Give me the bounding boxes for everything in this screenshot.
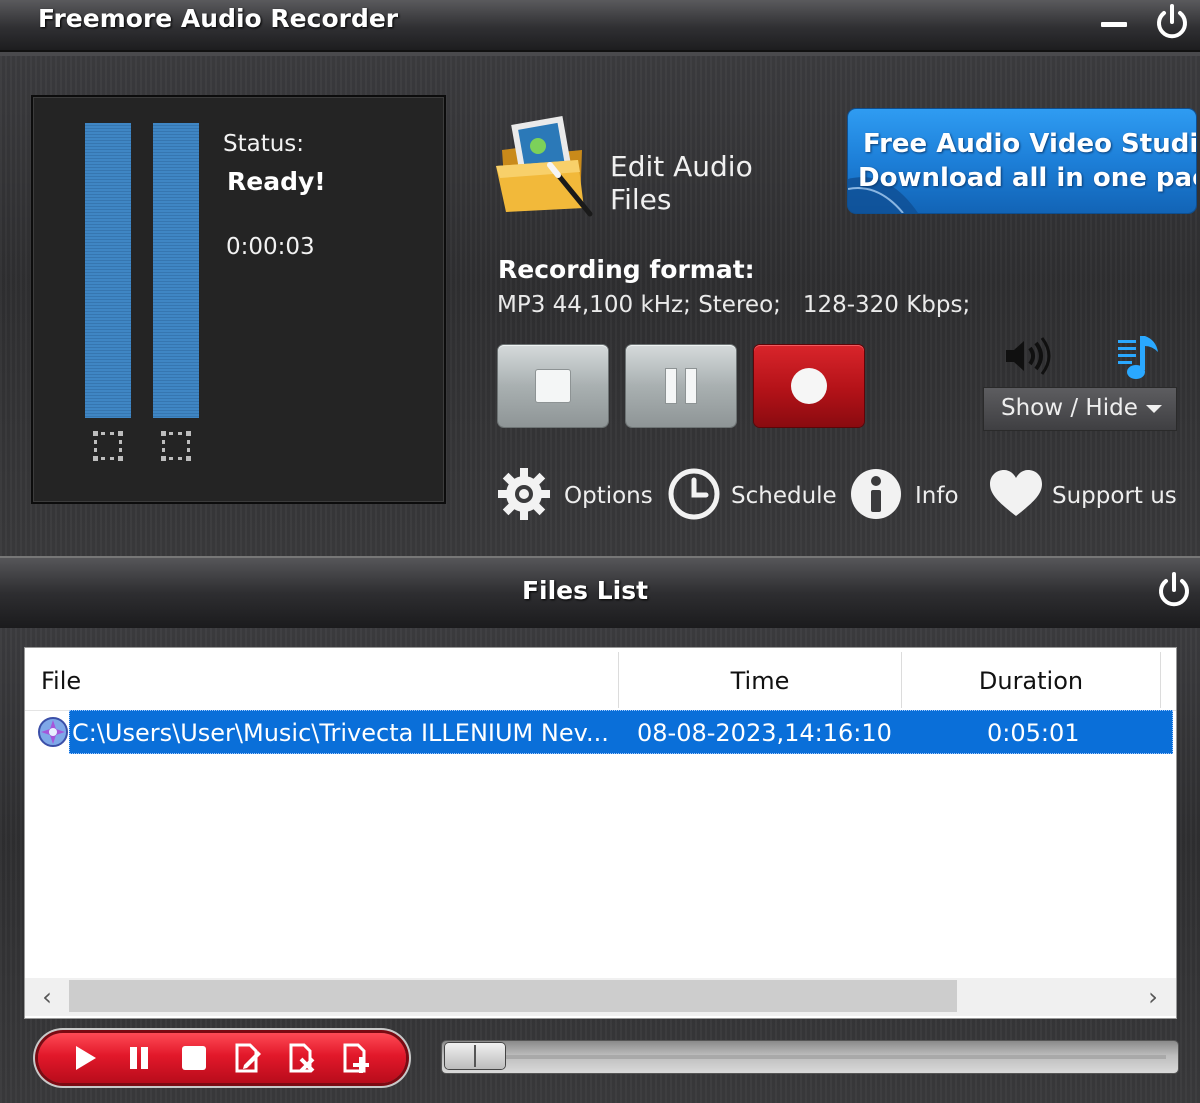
elapsed-time: 0:00:03 [226, 234, 315, 260]
options-button[interactable]: Options [496, 466, 656, 524]
status-value: Ready! [227, 167, 326, 196]
music-note-icon[interactable] [1112, 330, 1166, 386]
scroll-left-icon[interactable]: ‹ [27, 978, 67, 1016]
support-us-button[interactable]: Support us [988, 466, 1178, 524]
pause-icon [666, 369, 696, 403]
info-label: Info [915, 483, 959, 509]
info-button[interactable]: Info [848, 466, 968, 524]
left-peak-icon [93, 431, 123, 461]
stop-button[interactable] [498, 345, 608, 427]
column-header-file[interactable]: File [41, 648, 611, 710]
minimize-button[interactable] [1098, 10, 1130, 40]
promo-line2: Download all in one pack [858, 163, 1196, 193]
files-list-table: File Time Duration C:\Users\User\Music\T… [24, 647, 1177, 1019]
heart-icon [990, 470, 1042, 516]
play-icon[interactable] [68, 1043, 102, 1073]
scrollbar-thumb[interactable] [69, 980, 957, 1012]
table-row[interactable]: C:\Users\User\Music\Trivecta ILLENIUM Ne… [69, 710, 1173, 754]
stop-icon[interactable] [176, 1043, 210, 1073]
power-icon [1159, 572, 1189, 607]
level-meter-panel: Status: Ready! 0:00:03 [31, 95, 446, 504]
pause-icon[interactable] [122, 1043, 156, 1073]
edit-audio-files-label: Edit Audio Files [610, 150, 753, 216]
info-icon [851, 469, 901, 519]
chevron-down-icon [1146, 405, 1162, 413]
title-bar: Freemore Audio Recorder [0, 0, 1200, 52]
column-divider[interactable] [1160, 652, 1161, 708]
clock-icon [668, 468, 720, 520]
schedule-button[interactable]: Schedule [666, 466, 837, 524]
seek-handle[interactable] [445, 1043, 505, 1069]
pause-button[interactable] [626, 345, 736, 427]
options-label: Options [564, 483, 653, 509]
promo-line1: Free Audio Video Studio [863, 129, 1196, 159]
playback-controls [38, 1033, 406, 1083]
row-duration: 0:05:01 [987, 719, 1080, 747]
scroll-right-icon[interactable]: › [1133, 978, 1173, 1016]
column-header-duration[interactable]: Duration [902, 648, 1160, 710]
files-list-title: Files List [521, 576, 649, 605]
right-channel-bar [153, 123, 199, 418]
show-hide-label: Show / Hide [1001, 395, 1138, 421]
record-icon [791, 368, 827, 404]
show-hide-dropdown[interactable]: Show / Hide [983, 387, 1177, 431]
table-header: File Time Duration [25, 648, 1176, 711]
delete-file-icon[interactable] [284, 1043, 318, 1073]
column-header-time[interactable]: Time [619, 648, 901, 710]
schedule-label: Schedule [731, 483, 837, 509]
folder-edit-icon [496, 115, 593, 217]
recording-format-value[interactable]: MP3 44,100 kHz; Stereo; 128-320 Kbps; [497, 292, 970, 318]
files-list-power-button[interactable] [1154, 570, 1194, 610]
gear-icon [498, 468, 550, 520]
files-list-bar: Files List [0, 556, 1200, 628]
record-button[interactable] [754, 345, 864, 427]
left-channel-bar [85, 123, 131, 418]
edit-file-icon[interactable] [230, 1043, 264, 1073]
power-icon [1157, 4, 1187, 39]
power-button[interactable] [1152, 2, 1192, 42]
speaker-icon[interactable] [1002, 336, 1054, 376]
right-peak-icon [161, 431, 191, 461]
horizontal-scrollbar[interactable]: ‹ › [25, 978, 1176, 1016]
status-label: Status: [223, 131, 305, 157]
audio-file-icon [38, 717, 68, 747]
promo-banner[interactable]: Free Audio Video Studio Download all in … [848, 109, 1196, 213]
seek-slider[interactable] [442, 1041, 1178, 1073]
row-file-path: C:\Users\User\Music\Trivecta ILLENIUM Ne… [72, 719, 609, 747]
row-time: 08-08-2023,14:16:10 [637, 719, 892, 747]
add-file-icon[interactable] [338, 1043, 372, 1073]
window-title: Freemore Audio Recorder [38, 4, 399, 33]
seek-track[interactable] [506, 1055, 1166, 1059]
support-us-label: Support us [1052, 483, 1177, 509]
banner-wave-icon [848, 177, 918, 213]
edit-audio-files-button[interactable]: Edit Audio Files [492, 110, 812, 220]
recording-format-label: Recording format: [498, 255, 755, 284]
stop-icon [536, 370, 570, 402]
